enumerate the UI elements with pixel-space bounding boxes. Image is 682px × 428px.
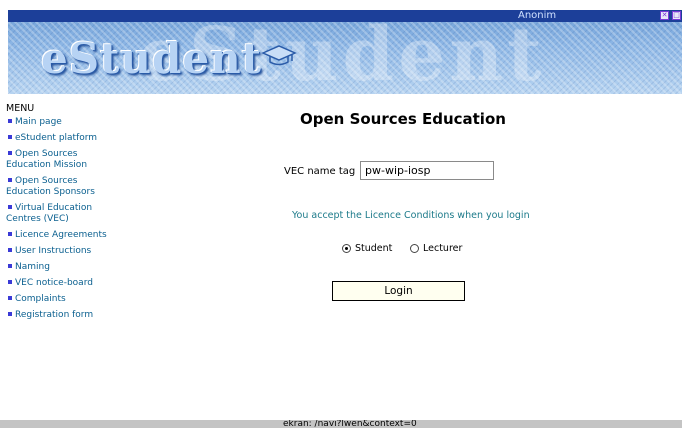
- bullet-icon: [8, 177, 12, 182]
- menu-item-licence-agreements[interactable]: Licence Agreements: [6, 230, 118, 241]
- menu-item-label: Open Sources Education Sponsors: [6, 176, 95, 197]
- menu-item-main-page[interactable]: Main page: [6, 117, 118, 128]
- role-label-lecturer: Lecturer: [423, 243, 463, 254]
- bullet-icon: [8, 204, 12, 209]
- site-logo: eStudent: [41, 34, 263, 83]
- status-bar: ekran: /navi?lwen&context=0: [0, 420, 682, 428]
- menu-item-label: Naming: [15, 262, 50, 272]
- bullet-icon: [8, 134, 12, 139]
- bullet-icon: [8, 231, 12, 236]
- menu-heading: MENU: [6, 103, 35, 114]
- menu-item-label: eStudent platform: [15, 133, 98, 143]
- menu-item-label: Registration form: [15, 310, 94, 320]
- header-banner: Anonim ✕ □ eStudent eStudent: [8, 10, 682, 94]
- bullet-icon: [8, 118, 12, 123]
- menu-item-label: VEC notice-board: [15, 278, 93, 288]
- bullet-icon: [8, 295, 12, 300]
- menu-item-vec-notice-board[interactable]: VEC notice-board: [6, 278, 118, 289]
- menu-item-label: Virtual Education Centres (VEC): [6, 203, 93, 224]
- bullet-icon: [8, 311, 12, 316]
- maximize-icon[interactable]: □: [672, 11, 681, 20]
- menu-item-user-instructions[interactable]: User Instructions: [6, 246, 118, 257]
- page-title: Open Sources Education: [300, 110, 506, 128]
- vec-name-label: VEC name tag: [284, 166, 356, 177]
- role-radio-student[interactable]: Student: [342, 243, 392, 254]
- licence-notice: You accept the Licence Conditions when y…: [292, 210, 530, 221]
- login-button[interactable]: Login: [332, 281, 465, 301]
- role-label-student: Student: [355, 243, 393, 254]
- bullet-icon: [8, 279, 12, 284]
- sidebar-menu: MENU Main page eStudent platform Open So…: [6, 103, 118, 326]
- menu-item-estudent-platform[interactable]: eStudent platform: [6, 133, 118, 144]
- radio-checked-icon[interactable]: [342, 244, 351, 253]
- close-icon[interactable]: ✕: [660, 11, 669, 20]
- menu-item-complaints[interactable]: Complaints: [6, 294, 118, 305]
- vec-name-input[interactable]: [360, 161, 494, 180]
- menu-item-label: User Instructions: [15, 246, 92, 256]
- graduation-cap-icon: [261, 45, 297, 66]
- bullet-icon: [8, 150, 12, 155]
- menu-item-naming[interactable]: Naming: [6, 262, 118, 273]
- bullet-icon: [8, 263, 12, 268]
- status-text: ekran: /navi?lwen&context=0: [283, 420, 417, 428]
- menu-item-label: Licence Agreements: [15, 230, 107, 240]
- menu-item-label: Open Sources Education Mission: [6, 149, 88, 170]
- menu-item-registration-form[interactable]: Registration form: [6, 310, 118, 321]
- role-radio-lecturer[interactable]: Lecturer: [410, 243, 462, 254]
- bullet-icon: [8, 247, 12, 252]
- menu-item-education-mission[interactable]: Open Sources Education Mission: [6, 149, 118, 171]
- radio-unchecked-icon[interactable]: [410, 244, 419, 253]
- menu-item-label: Complaints: [15, 294, 66, 304]
- menu-item-virtual-education-centres[interactable]: Virtual Education Centres (VEC): [6, 203, 118, 225]
- menu-item-label: Main page: [15, 117, 62, 127]
- menu-item-education-sponsors[interactable]: Open Sources Education Sponsors: [6, 176, 118, 198]
